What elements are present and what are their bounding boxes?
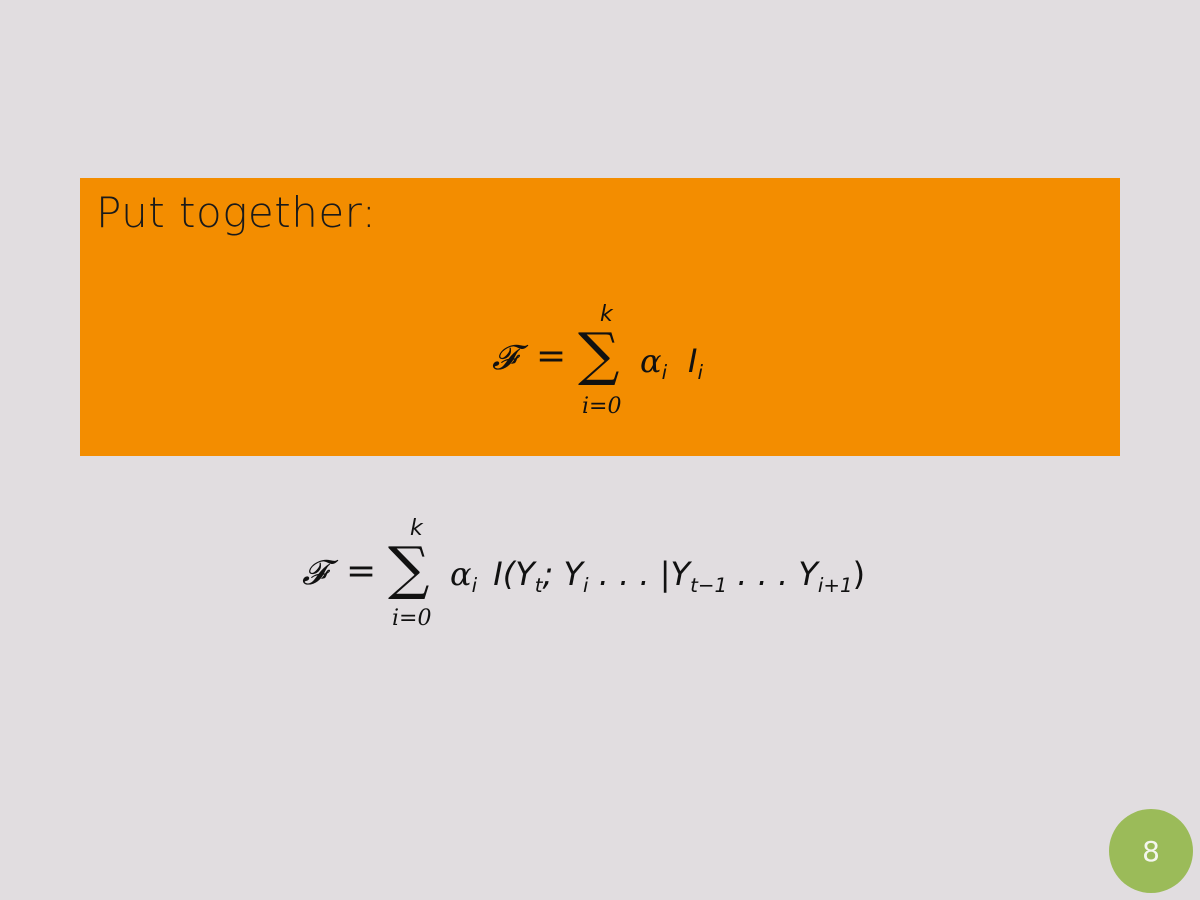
body-sub-4: i+1 <box>817 573 853 597</box>
summation-icon: ∑ <box>388 534 430 602</box>
alpha-subscript: i <box>471 573 478 597</box>
body-part-1: I(Y <box>493 555 535 593</box>
formula-equals: = <box>346 551 377 592</box>
formula-lhs: 𝓕 <box>302 553 328 593</box>
body-sub-3: t−1 <box>690 573 728 597</box>
body-part-2: ; Y <box>542 555 584 593</box>
body-sub-1: t <box>534 573 543 597</box>
page-number-badge: 8 <box>1109 809 1193 893</box>
body-part-3: . . . |Y <box>588 555 691 593</box>
body-part-4: . . . Y <box>727 555 818 593</box>
formula-body: αi I(Yt; Yi . . . |Yt−1 . . . Yi+1) <box>450 555 865 597</box>
body-part-5: ) <box>852 555 866 593</box>
alpha-symbol: α <box>450 555 472 593</box>
sum-lower-limit: i=0 <box>392 606 432 631</box>
formula-expanded: 𝓕 = k ∑ i=0 αi I(Yt; Yi . . . |Yt−1 . . … <box>0 0 1200 700</box>
